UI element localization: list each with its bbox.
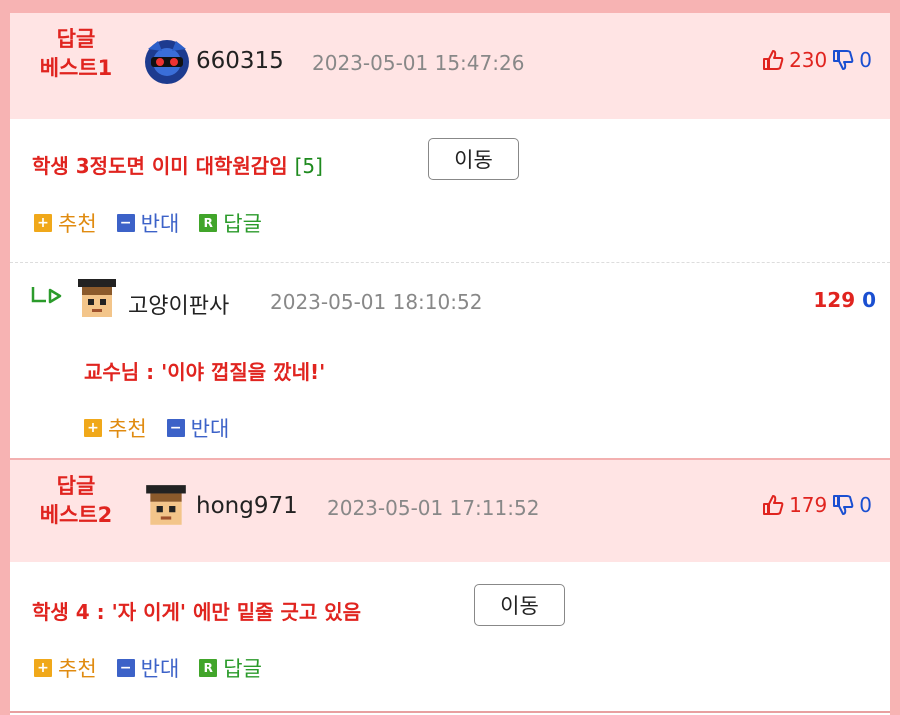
- downvote-count: 0: [859, 493, 872, 517]
- reply-arrow-icon: [31, 287, 62, 304]
- reply-count[interactable]: [5]: [295, 154, 323, 178]
- username[interactable]: hong971: [196, 493, 298, 519]
- comment-body: 교수님 : '이야 껍질을 깠네!': [84, 360, 326, 384]
- recommend-button[interactable]: + 추천: [84, 413, 147, 443]
- comment-body: 학생 3정도면 이미 대학원감임: [32, 154, 288, 178]
- vote-counts: 129 0: [813, 288, 876, 312]
- reply-square-icon: R: [199, 659, 218, 677]
- plus-square-icon: +: [84, 419, 102, 437]
- oppose-label: 반대: [140, 657, 180, 681]
- upvote-count: 129: [813, 288, 856, 312]
- thumbs-up-icon[interactable]: [762, 49, 784, 71]
- minus-square-icon: −: [116, 214, 135, 232]
- plus-square-icon: +: [34, 214, 52, 232]
- avatar[interactable]: [74, 277, 120, 321]
- minus-square-icon: −: [166, 419, 185, 437]
- recommend-button[interactable]: + 추천: [34, 208, 97, 238]
- comment-actions: + 추천 − 반대 R 답글: [34, 208, 262, 238]
- reply-square-icon: R: [199, 214, 218, 232]
- avatar[interactable]: [142, 37, 192, 87]
- best-label-line2: 베스트2: [39, 503, 113, 527]
- oppose-label: 반대: [190, 417, 230, 441]
- move-button[interactable]: 이동: [428, 138, 519, 180]
- reply-button[interactable]: R 답글: [199, 208, 262, 238]
- comment-list: 답글 베스트1 660315 2023-05-01 15:47:26 230 0…: [10, 13, 890, 715]
- reply-button[interactable]: R 답글: [199, 653, 262, 683]
- best-label: 답글 베스트2: [26, 472, 126, 530]
- oppose-button[interactable]: − 반대: [116, 208, 180, 238]
- oppose-label: 반대: [140, 212, 180, 236]
- comment-date: 2023-05-01 17:11:52: [327, 496, 540, 520]
- oppose-button[interactable]: − 반대: [166, 413, 230, 443]
- avatar[interactable]: [142, 482, 190, 530]
- vote-counts: 179 0: [762, 493, 872, 517]
- move-button[interactable]: 이동: [474, 584, 565, 626]
- thumbs-down-icon[interactable]: [832, 49, 854, 71]
- username[interactable]: 660315: [196, 48, 284, 74]
- comment-actions: + 추천 − 반대 R 답글: [34, 653, 262, 683]
- comment-body: 학생 4 : '자 이게' 에만 밑줄 긋고 있음: [32, 600, 362, 624]
- comment-date: 2023-05-01 18:10:52: [270, 290, 483, 314]
- comment-date: 2023-05-01 15:47:26: [312, 51, 525, 75]
- dashed-divider: [10, 262, 890, 263]
- thumbs-down-icon[interactable]: [832, 494, 854, 516]
- reply-label: 답글: [223, 212, 262, 236]
- comment-actions: + 추천 − 반대: [84, 413, 229, 443]
- section-divider: [10, 711, 890, 713]
- best-label-line2: 베스트1: [39, 56, 113, 80]
- vote-counts: 230 0: [762, 48, 872, 72]
- best-label-line1: 답글: [56, 474, 96, 498]
- recommend-label: 추천: [58, 657, 97, 681]
- recommend-label: 추천: [108, 417, 147, 441]
- recommend-label: 추천: [58, 212, 97, 236]
- best-comment-header: 답글 베스트2 hong971 2023-05-01 17:11:52 179 …: [10, 460, 890, 562]
- best-label-line1: 답글: [56, 27, 96, 51]
- downvote-count: 0: [859, 48, 872, 72]
- upvote-count: 179: [789, 493, 828, 517]
- best-label: 답글 베스트1: [26, 25, 126, 83]
- comment-text: 학생 3정도면 이미 대학원감임 [5]: [32, 150, 323, 179]
- recommend-button[interactable]: + 추천: [34, 653, 97, 683]
- thumbs-up-icon[interactable]: [762, 494, 784, 516]
- best-comment-header: 답글 베스트1 660315 2023-05-01 15:47:26 230 0: [10, 13, 890, 119]
- oppose-button[interactable]: − 반대: [116, 653, 180, 683]
- downvote-count: 0: [862, 288, 876, 312]
- minus-square-icon: −: [116, 659, 135, 677]
- username[interactable]: 고양이판사: [128, 288, 229, 320]
- upvote-count: 230: [789, 48, 828, 72]
- reply-label: 답글: [223, 657, 262, 681]
- plus-square-icon: +: [34, 659, 52, 677]
